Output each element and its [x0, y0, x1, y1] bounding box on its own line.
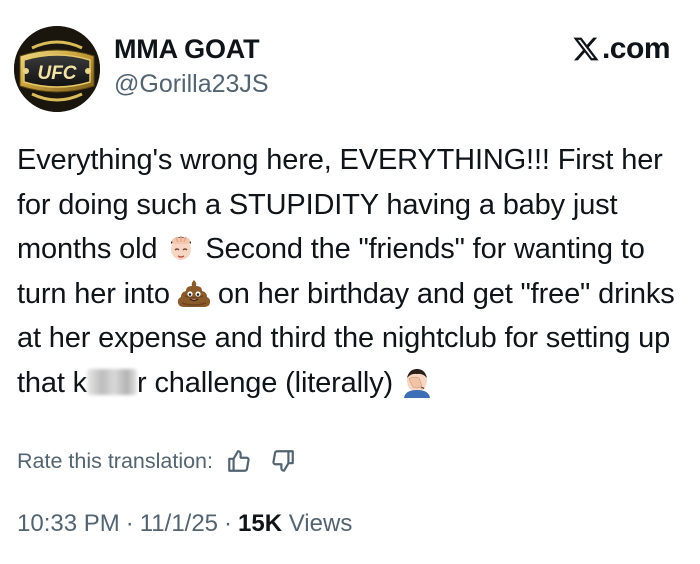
pile-of-poo-icon — [177, 279, 210, 307]
x-brand-logo[interactable]: .com — [572, 32, 671, 65]
thumbs-down-icon[interactable] — [270, 448, 296, 474]
views-label: Views — [288, 510, 353, 537]
tweet-date[interactable]: 11/1/25 — [140, 510, 218, 537]
man-facepalming-icon — [404, 368, 431, 398]
translation-prompt: Rate this translation: — [17, 448, 213, 473]
censored-word-blur — [87, 368, 138, 395]
author-display-name[interactable]: MMA GOAT — [114, 34, 260, 65]
ufc-belt-icon: UFC — [14, 26, 100, 112]
tweet-text-segment-4: r challenge (literally) — [137, 366, 394, 399]
tweet-text: Everything's wrong here, EVERYTHING!!! F… — [17, 138, 687, 405]
meta-separator: · — [125, 510, 134, 537]
avatar[interactable]: UFC — [14, 26, 100, 112]
tweet-card: UFC MMA GOAT @Gorilla23JS .com Everythin… — [0, 0, 700, 564]
translation-rating-row: Rate this translation: — [17, 448, 296, 474]
face-palm-icon — [171, 236, 192, 260]
author-handle[interactable]: @Gorilla23JS — [114, 70, 269, 99]
tweet-time[interactable]: 10:33 PM — [17, 510, 120, 537]
x-logo-icon — [573, 37, 599, 61]
thumbs-up-icon[interactable] — [226, 448, 252, 474]
views-count[interactable]: 15K — [238, 510, 282, 537]
avatar-logo-text: UFC — [37, 63, 76, 84]
meta-separator: · — [224, 510, 233, 537]
x-logo-text: .com — [601, 32, 671, 65]
tweet-meta: 10:33 PM · 11/1/25 · 15K Views — [17, 510, 352, 538]
